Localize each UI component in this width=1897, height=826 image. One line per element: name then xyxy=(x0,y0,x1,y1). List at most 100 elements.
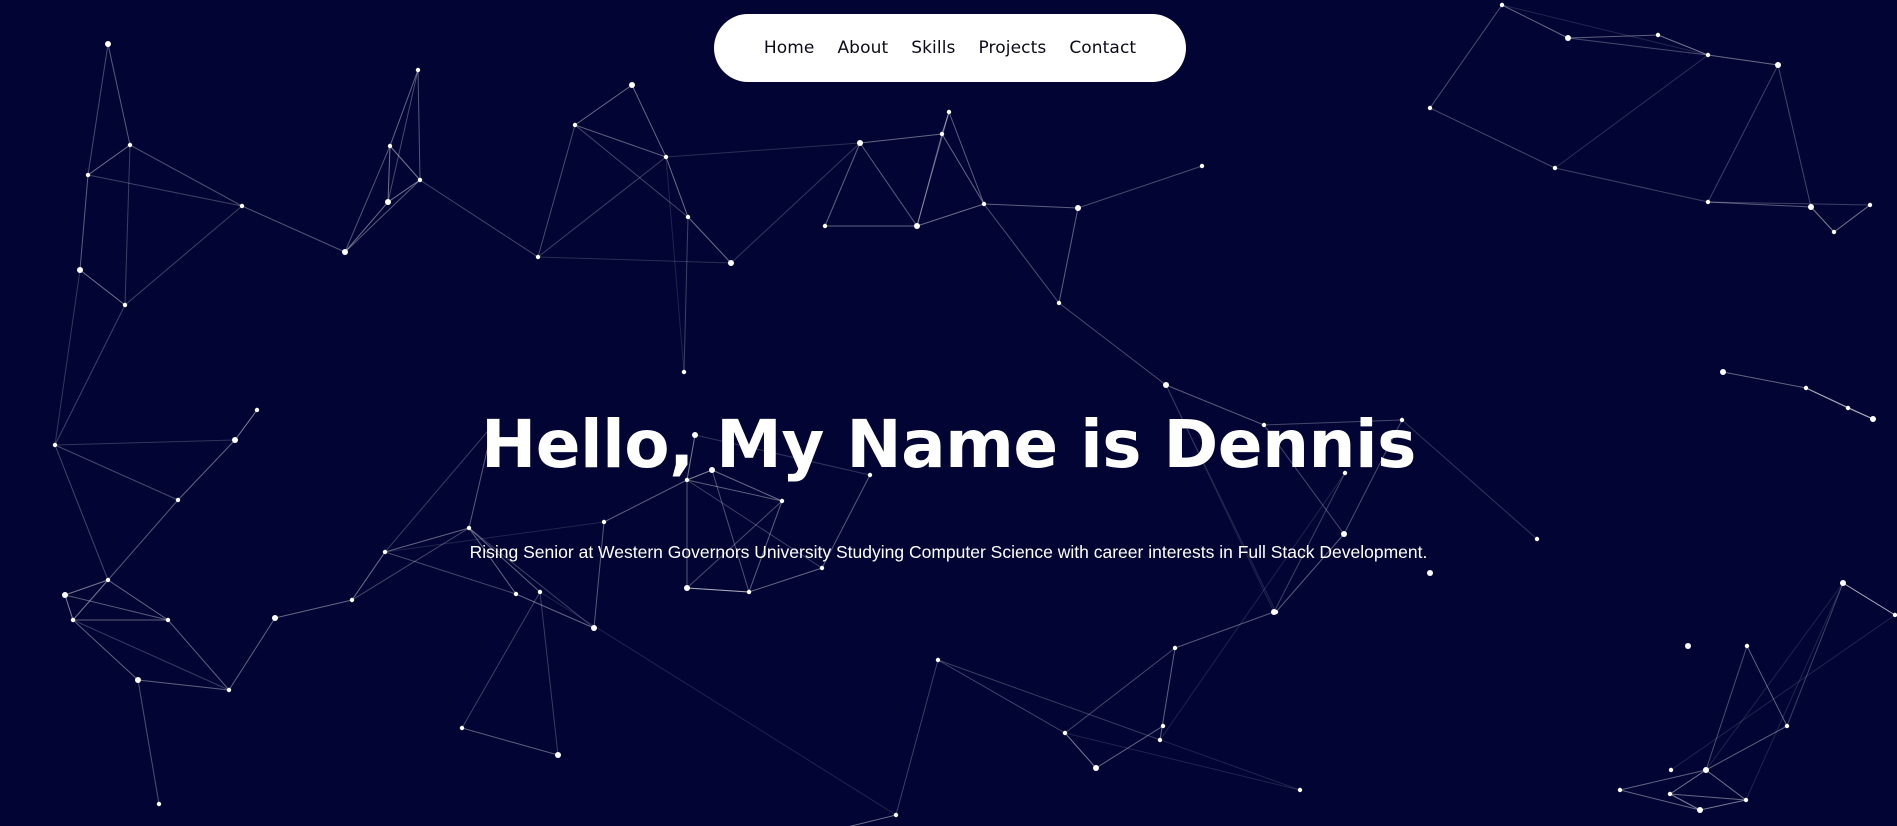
particle-dot xyxy=(1744,643,1750,649)
particle-dot xyxy=(62,592,68,598)
particle-link xyxy=(129,144,243,207)
particle-dot xyxy=(1743,797,1749,803)
particle-link xyxy=(344,201,389,253)
particle-link xyxy=(124,205,243,306)
particle-dot xyxy=(1341,531,1347,537)
particle-dot xyxy=(70,617,76,623)
particle-dot xyxy=(1840,580,1846,586)
particle-link xyxy=(461,591,541,729)
particle-link xyxy=(937,659,1301,791)
particle-link xyxy=(1064,732,1301,791)
particle-link xyxy=(1064,647,1176,734)
particle-dot xyxy=(555,752,561,758)
particle-link xyxy=(1554,167,1709,203)
particle-link xyxy=(461,727,559,756)
navbar: Home About Skills Projects Contact xyxy=(714,14,1186,82)
particle-dot xyxy=(1867,202,1873,208)
particle-link xyxy=(419,179,539,258)
particle-link xyxy=(1064,732,1097,769)
particle-dot xyxy=(1720,369,1726,375)
particle-link xyxy=(124,144,131,306)
particle-link xyxy=(631,84,667,158)
particle-dot xyxy=(239,203,245,209)
particle-dot xyxy=(1160,723,1166,729)
particle-dot xyxy=(1831,229,1837,235)
particle-link xyxy=(107,43,131,146)
particle-dot xyxy=(1617,787,1623,793)
nav-link-contact[interactable]: Contact xyxy=(1069,38,1136,58)
particle-dot xyxy=(342,249,348,255)
particle-link xyxy=(1095,725,1164,769)
particle-link xyxy=(167,619,230,691)
particle-link xyxy=(1810,206,1835,233)
particle-dot xyxy=(349,597,355,603)
particle-dot xyxy=(893,812,899,818)
particle-dot xyxy=(1703,767,1709,773)
particle-link xyxy=(79,174,89,271)
nav-link-about[interactable]: About xyxy=(837,38,888,58)
particle-link xyxy=(1722,371,1807,389)
particle-link xyxy=(687,216,732,264)
particle-dot xyxy=(1163,382,1169,388)
particle-link xyxy=(748,567,823,593)
particle-link xyxy=(895,659,939,816)
hero-subtitle: Rising Senior at Western Governors Unive… xyxy=(469,542,1428,562)
particle-dot xyxy=(1093,765,1099,771)
nav-link-projects[interactable]: Projects xyxy=(978,38,1046,58)
particle-link xyxy=(1707,64,1779,203)
nav-link-home[interactable]: Home xyxy=(764,38,815,58)
particle-dot xyxy=(663,154,669,160)
particle-link xyxy=(539,591,559,756)
particle-dot xyxy=(1668,767,1674,773)
particle-link xyxy=(1429,107,1556,169)
particle-dot xyxy=(629,82,635,88)
particle-dot xyxy=(728,260,734,266)
particle-dot xyxy=(105,41,111,47)
particle-dot xyxy=(415,67,421,73)
particle-link xyxy=(916,111,950,227)
particle-dot xyxy=(127,142,133,148)
particle-link xyxy=(916,203,985,227)
particle-link xyxy=(1567,34,1659,39)
particle-link xyxy=(537,124,576,258)
particle-link xyxy=(1842,582,1896,616)
particle-link xyxy=(1745,582,1844,801)
nav-link-skills[interactable]: Skills xyxy=(911,38,955,58)
particle-link xyxy=(1669,793,1747,801)
particle-link xyxy=(593,521,605,629)
particle-dot xyxy=(1499,2,1505,8)
particle-dot xyxy=(1803,385,1809,391)
particle-link xyxy=(351,527,470,601)
particle-link xyxy=(87,144,131,176)
particle-dot xyxy=(226,687,232,693)
hero-title: Hello, My Name is Dennis xyxy=(481,406,1416,483)
particle-link xyxy=(515,593,595,629)
particle-link xyxy=(683,216,689,373)
particle-link xyxy=(1670,614,1896,771)
particle-link xyxy=(1501,4,1709,56)
particle-dot xyxy=(1808,204,1814,210)
particle-link xyxy=(1174,611,1275,649)
particle-link xyxy=(1159,472,1346,741)
particle-dot xyxy=(684,585,690,591)
particle-dot xyxy=(77,267,83,273)
particle-dot xyxy=(822,223,828,229)
particle-link xyxy=(537,256,732,264)
particle-dot xyxy=(135,677,141,683)
particle-dot xyxy=(1427,570,1433,576)
particle-link xyxy=(937,659,1066,734)
particle-dot xyxy=(1552,165,1558,171)
particle-link xyxy=(983,203,1060,304)
particle-link xyxy=(87,174,243,207)
particle-link xyxy=(1058,302,1167,386)
particle-dot xyxy=(1685,643,1691,649)
particle-link xyxy=(1705,769,1747,801)
particle-dot xyxy=(85,172,91,178)
particle-dot xyxy=(779,498,785,504)
particle-dot xyxy=(105,577,111,583)
particle-link xyxy=(387,69,419,203)
particle-dot xyxy=(165,617,171,623)
particle-link xyxy=(64,594,169,621)
particle-dot xyxy=(1271,609,1277,615)
particle-dot xyxy=(1697,807,1703,813)
